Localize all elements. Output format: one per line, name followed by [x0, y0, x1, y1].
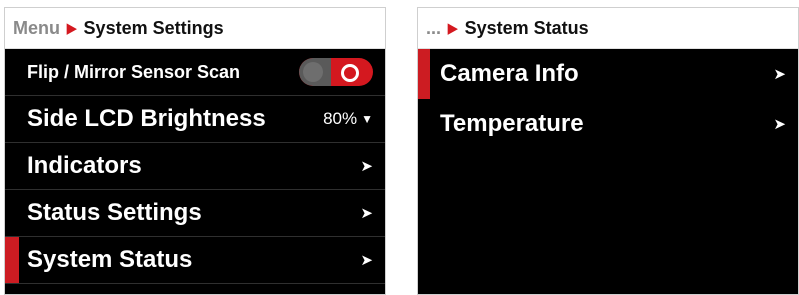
chevron-right-icon: ➤	[360, 205, 373, 222]
menu-item-indicators[interactable]: Indicators ➤	[5, 143, 385, 190]
menu-item-label: Indicators	[27, 152, 142, 179]
breadcrumb-arrow-icon: ▶	[66, 20, 77, 37]
chevron-down-icon[interactable]: ▼	[361, 112, 373, 126]
flip-mirror-toggle[interactable]	[299, 58, 373, 86]
menu-item-camera-info[interactable]: Camera Info ➤	[418, 49, 798, 99]
toggle-knob	[303, 62, 323, 82]
menu-item-label: Status Settings	[27, 199, 202, 226]
breadcrumb-arrow-icon: ▶	[447, 20, 458, 37]
system-status-panel: ... ▶ System Status Camera Info ➤ Temper…	[417, 7, 799, 295]
chevron-right-icon: ➤	[773, 66, 786, 83]
menu-item-temperature[interactable]: Temperature ➤	[418, 99, 798, 149]
brightness-value: 80%	[323, 109, 358, 128]
breadcrumb: Menu ▶ System Settings	[5, 8, 385, 49]
chevron-right-icon: ➤	[360, 158, 373, 175]
menu-item-flip-mirror-sensor-scan[interactable]: Flip / Mirror Sensor Scan	[5, 49, 385, 96]
menu-item-label: Camera Info	[440, 60, 579, 87]
selection-indicator	[5, 237, 19, 283]
chevron-right-icon: ➤	[773, 116, 786, 133]
chevron-right-icon: ➤	[360, 252, 373, 269]
breadcrumb-current: System Settings	[83, 17, 224, 38]
menu-item-label: System Status	[27, 246, 193, 273]
breadcrumb: ... ▶ System Status	[418, 8, 798, 49]
breadcrumb-parent-menu[interactable]: Menu	[13, 18, 60, 39]
breadcrumb-current: System Status	[464, 17, 589, 38]
system-settings-panel: Menu ▶ System Settings Flip / Mirror Sen…	[4, 7, 386, 295]
menu-item-label: Side LCD Brightness	[27, 105, 266, 132]
selection-indicator	[418, 49, 430, 99]
menu-item-status-settings[interactable]: Status Settings ➤	[5, 190, 385, 237]
menu-item-label: Flip / Mirror Sensor Scan	[27, 61, 241, 82]
menu-item-label: Temperature	[440, 110, 584, 137]
toggle-on-indicator-icon	[341, 64, 359, 82]
menu-item-side-lcd-brightness[interactable]: Side LCD Brightness 80% ▼	[5, 96, 385, 143]
menu-item-system-status[interactable]: System Status ➤	[5, 237, 385, 284]
breadcrumb-parent-ellipsis[interactable]: ...	[426, 18, 441, 39]
